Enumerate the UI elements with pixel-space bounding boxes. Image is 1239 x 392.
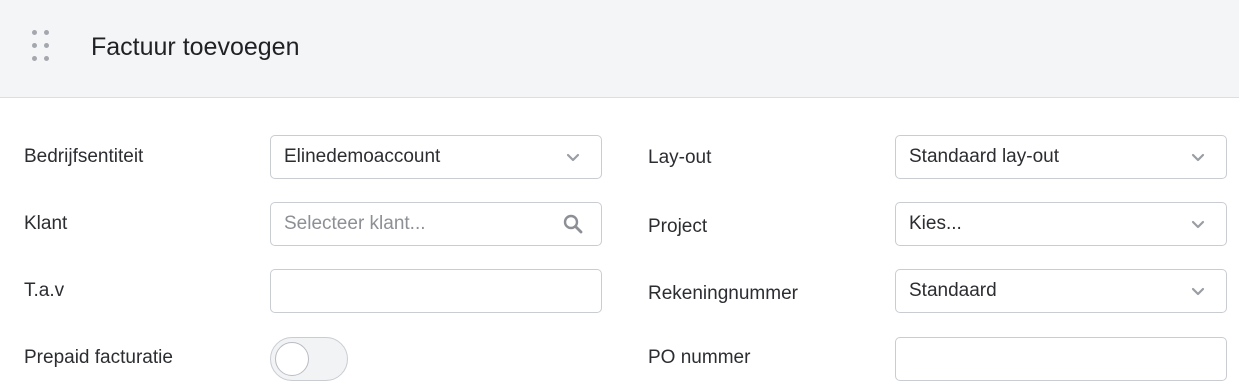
project-select[interactable]: Kies... (895, 202, 1227, 246)
company-label: Bedrijfsentiteit (24, 146, 144, 167)
layout-select-value: Standaard lay-out (909, 146, 1059, 167)
page-title: Factuur toevoegen (91, 33, 300, 61)
po-label: PO nummer (648, 347, 751, 368)
chevron-down-icon (1191, 287, 1205, 296)
layout-label: Lay-out (648, 147, 712, 168)
prepaid-label: Prepaid facturatie (24, 347, 173, 368)
project-select-value: Kies... (909, 213, 962, 234)
account-label: Rekeningnummer (648, 283, 798, 304)
attention-input[interactable] (270, 269, 602, 313)
project-label: Project (648, 216, 708, 237)
chevron-down-icon (1191, 153, 1205, 162)
client-label: Klant (24, 213, 68, 234)
company-select-value: Elinedemoaccount (284, 146, 441, 167)
client-search-field[interactable]: Selecteer klant... (270, 202, 602, 246)
prepaid-toggle[interactable] (270, 337, 348, 381)
toggle-knob (275, 342, 309, 376)
client-search-placeholder: Selecteer klant... (284, 213, 426, 234)
po-number-input[interactable] (895, 337, 1227, 381)
company-select[interactable]: Elinedemoaccount (270, 135, 602, 179)
chevron-down-icon (566, 153, 580, 162)
dialog-header: Factuur toevoegen (0, 0, 1239, 98)
attention-label: T.a.v (24, 280, 65, 301)
account-select[interactable]: Standaard (895, 269, 1227, 313)
account-select-value: Standaard (909, 280, 997, 301)
layout-select[interactable]: Standaard lay-out (895, 135, 1227, 179)
drag-handle-icon[interactable] (30, 28, 52, 64)
search-icon[interactable] (563, 214, 583, 234)
chevron-down-icon (1191, 220, 1205, 229)
